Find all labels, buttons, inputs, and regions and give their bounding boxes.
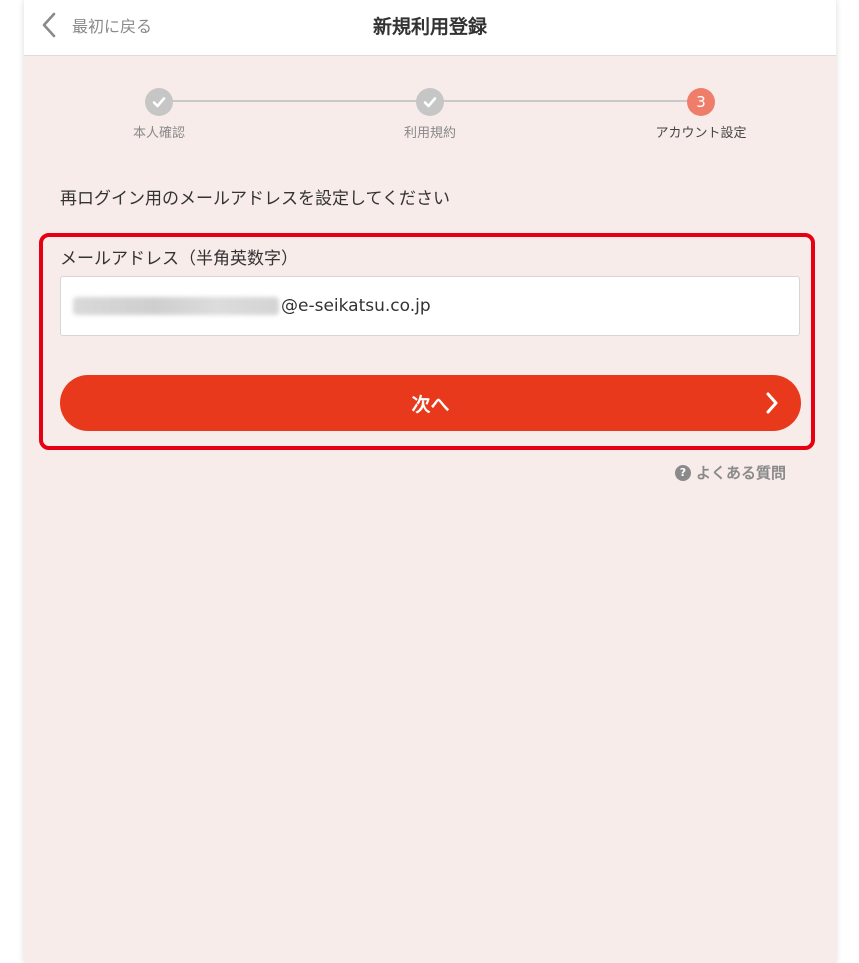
faq-label: よくある質問 xyxy=(695,464,786,482)
step-label: 利用規約 xyxy=(403,126,456,141)
question-icon: ? xyxy=(674,464,691,481)
step-label: アカウント設定 xyxy=(655,126,747,141)
step-terms: 利用規約 xyxy=(350,88,510,141)
instruction-text: 再ログイン用のメールアドレスを設定してください xyxy=(60,189,450,209)
check-icon xyxy=(416,88,444,116)
header: 最初に戻る 新規利用登録 xyxy=(24,0,836,56)
step-label: 本人確認 xyxy=(132,126,185,141)
email-label: メールアドレス（半角英数字） xyxy=(60,249,298,269)
next-button[interactable]: 次へ xyxy=(60,375,801,431)
check-icon xyxy=(145,88,173,116)
app-frame: 最初に戻る 新規利用登録 本人確認 利用規約 3 アカウント設定 再ログイン用の… xyxy=(24,0,836,963)
blurred-email-local-part xyxy=(73,297,279,315)
page-title: 新規利用登録 xyxy=(372,16,487,38)
faq-link[interactable]: ? よくある質問 xyxy=(674,462,786,483)
progress-stepper: 本人確認 利用規約 3 アカウント設定 xyxy=(24,88,836,148)
step-number-badge: 3 xyxy=(687,88,715,116)
email-field[interactable]: @e-seikatsu.co.jp xyxy=(60,276,800,336)
email-domain: @e-seikatsu.co.jp xyxy=(281,296,431,316)
step-account-settings: 3 アカウント設定 xyxy=(621,88,781,141)
step-identity: 本人確認 xyxy=(79,88,239,141)
next-button-label: 次へ xyxy=(411,393,450,416)
chevron-right-icon xyxy=(765,392,779,419)
